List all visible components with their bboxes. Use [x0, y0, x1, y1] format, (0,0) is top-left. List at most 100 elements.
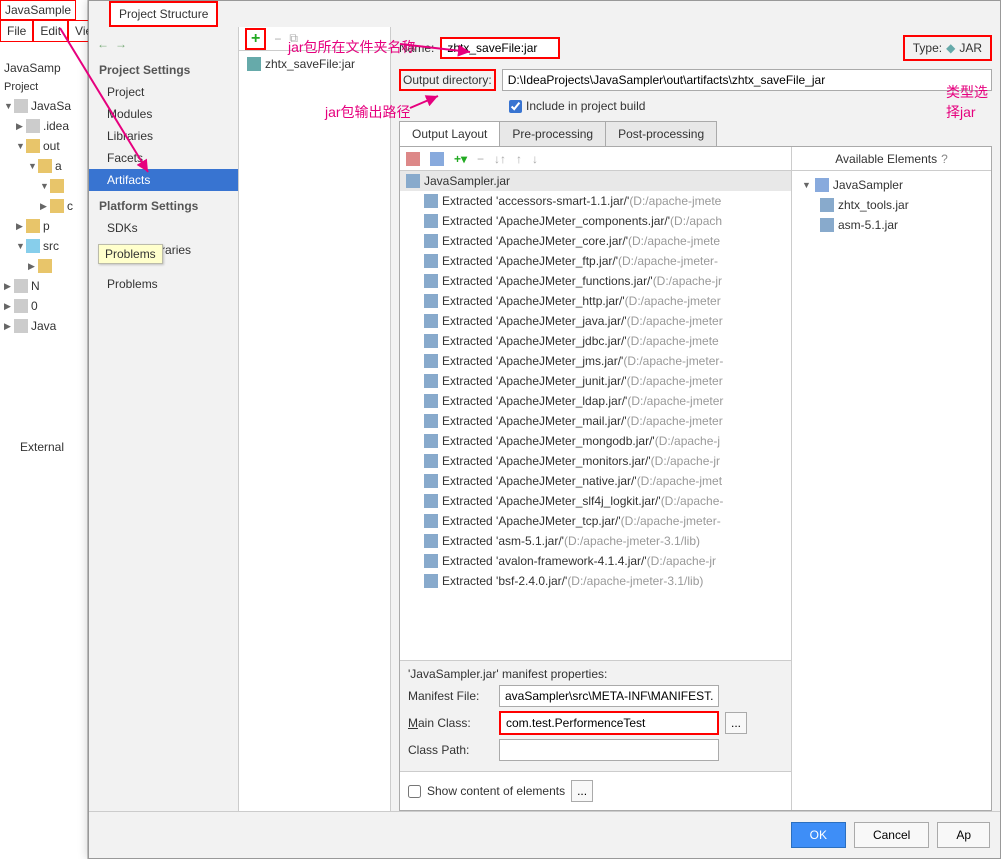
avail-item[interactable]: zhtx_tools.jar	[796, 195, 987, 215]
outdir-input[interactable]	[502, 69, 992, 91]
add-artifact-button[interactable]: +	[245, 28, 266, 50]
extracted-icon	[424, 214, 438, 228]
tree-node[interactable]: ▶N	[0, 276, 88, 296]
tree-node[interactable]: ▼out	[0, 136, 88, 156]
tab-output-layout[interactable]: Output Layout	[399, 121, 500, 146]
extracted-item[interactable]: Extracted 'bsf-2.4.0.jar/' (D:/apache-jm…	[400, 571, 791, 591]
extracted-item[interactable]: Extracted 'ApacheJMeter_slf4j_logkit.jar…	[400, 491, 791, 511]
tree-node[interactable]: ▶c	[0, 196, 88, 216]
manifest-panel: 'JavaSampler.jar' manifest properties: M…	[400, 660, 791, 771]
tree-node[interactable]: ▼JavaSa	[0, 96, 88, 116]
extracted-icon	[424, 574, 438, 588]
extracted-icon	[424, 234, 438, 248]
extracted-icon	[424, 254, 438, 268]
nav-libraries[interactable]: Libraries	[89, 125, 238, 147]
manifest-file-input[interactable]	[499, 685, 719, 707]
output-tree[interactable]: JavaSampler.jar Extracted 'accessors-sma…	[400, 171, 791, 660]
extracted-item[interactable]: Extracted 'ApacheJMeter_ftp.jar/' (D:/ap…	[400, 251, 791, 271]
name-input[interactable]	[440, 37, 560, 59]
nav-project-settings: Project Settings	[89, 55, 238, 81]
tree-root[interactable]: JavaSampler.jar	[400, 171, 791, 191]
annotation: jar包输出路径	[325, 102, 411, 122]
ok-button[interactable]: OK	[791, 822, 846, 848]
tab-post-processing[interactable]: Post-processing	[605, 121, 717, 146]
up-icon[interactable]: ↑	[516, 152, 522, 166]
menu-file[interactable]: File	[0, 20, 33, 42]
nav-sdks[interactable]: SDKs	[89, 217, 238, 239]
tree-node[interactable]: ▼a	[0, 156, 88, 176]
extracted-item[interactable]: Extracted 'ApacheJMeter_http.jar/' (D:/a…	[400, 291, 791, 311]
extracted-item[interactable]: Extracted 'ApacheJMeter_components.jar/'…	[400, 211, 791, 231]
type-value: JAR	[959, 41, 982, 55]
new-folder-icon[interactable]	[406, 152, 420, 166]
tree-node[interactable]: ▼src	[0, 236, 88, 256]
extracted-item[interactable]: Extracted 'ApacheJMeter_mongodb.jar/' (D…	[400, 431, 791, 451]
show-content-more[interactable]: ...	[571, 780, 593, 802]
include-build-checkbox[interactable]	[509, 100, 522, 113]
extracted-item[interactable]: Extracted 'ApacheJMeter_jdbc.jar/' (D:/a…	[400, 331, 791, 351]
down-icon[interactable]: ↓	[532, 152, 538, 166]
type-label: Type:	[913, 41, 942, 55]
avail-item[interactable]: asm-5.1.jar	[796, 215, 987, 235]
extracted-icon	[424, 334, 438, 348]
dialog-title: Project Structure	[109, 1, 218, 27]
extracted-icon	[424, 294, 438, 308]
class-path-input[interactable]	[499, 739, 719, 761]
settings-nav: ← → Project Settings Project Modules Libr…	[89, 27, 239, 811]
add-copy-icon[interactable]: +▾	[454, 152, 467, 166]
extracted-item[interactable]: Extracted 'avalon-framework-4.1.4.jar/' …	[400, 551, 791, 571]
extracted-item[interactable]: Extracted 'ApacheJMeter_monitors.jar/' (…	[400, 451, 791, 471]
annotation: jar包所在文件夹名称	[288, 37, 416, 57]
remove-artifact-button[interactable]: −	[274, 32, 281, 46]
artifact-detail: Name: Type: ◆ JAR Output directory: Incl…	[391, 27, 1000, 811]
help-icon[interactable]: ?	[941, 152, 948, 166]
remove-icon[interactable]: −	[477, 152, 484, 166]
show-content-checkbox[interactable]	[408, 785, 421, 798]
avail-root[interactable]: ▼ JavaSampler	[796, 175, 987, 195]
tree-node[interactable]: ▶.idea	[0, 116, 88, 136]
extracted-item[interactable]: Extracted 'ApacheJMeter_core.jar/' (D:/a…	[400, 231, 791, 251]
main-class-input[interactable]	[499, 711, 719, 735]
tree-node[interactable]: ▶	[0, 256, 88, 276]
nav-modules[interactable]: Modules	[89, 103, 238, 125]
external-libraries[interactable]: External	[0, 440, 64, 454]
nav-facets[interactable]: Facets	[89, 147, 238, 169]
sort-icon[interactable]: ↓↑	[494, 152, 506, 166]
forward-icon[interactable]: →	[115, 37, 127, 51]
tree-node[interactable]: ▶p	[0, 216, 88, 236]
nav-artifacts[interactable]: Artifacts	[89, 169, 238, 191]
project-tree[interactable]: ▼JavaSa▶.idea▼out▼a▼▶c▶p▼src▶▶N▶0▶Java	[0, 96, 88, 336]
nav-project[interactable]: Project	[89, 81, 238, 103]
extracted-item[interactable]: Extracted 'ApacheJMeter_mail.jar/' (D:/a…	[400, 411, 791, 431]
extracted-icon	[424, 454, 438, 468]
extracted-item[interactable]: Extracted 'ApacheJMeter_tcp.jar/' (D:/ap…	[400, 511, 791, 531]
new-file-icon[interactable]	[430, 152, 444, 166]
project-tab[interactable]: Project	[0, 78, 42, 96]
tab-pre-processing[interactable]: Pre-processing	[499, 121, 606, 146]
extracted-item[interactable]: Extracted 'ApacheJMeter_functions.jar/' …	[400, 271, 791, 291]
jar-type-icon: ◆	[946, 41, 955, 55]
extracted-item[interactable]: Extracted 'asm-5.1.jar/' (D:/apache-jmet…	[400, 531, 791, 551]
tree-node[interactable]: ▶Java	[0, 316, 88, 336]
browse-main-class-button[interactable]: ...	[725, 712, 747, 734]
cancel-button[interactable]: Cancel	[854, 822, 929, 848]
avail-item-label: zhtx_tools.jar	[838, 198, 909, 212]
extracted-item[interactable]: Extracted 'ApacheJMeter_ldap.jar/' (D:/a…	[400, 391, 791, 411]
extracted-icon	[424, 474, 438, 488]
nav-problems[interactable]: Problems	[89, 273, 238, 295]
tree-node[interactable]: ▶0	[0, 296, 88, 316]
extracted-item[interactable]: Extracted 'ApacheJMeter_native.jar/' (D:…	[400, 471, 791, 491]
extracted-item[interactable]: Extracted 'ApacheJMeter_java.jar/' (D:/a…	[400, 311, 791, 331]
apply-button[interactable]: Ap	[937, 822, 990, 848]
extracted-icon	[424, 394, 438, 408]
avail-item-label: asm-5.1.jar	[838, 218, 898, 232]
artifacts-list: + − ⧉ zhtx_saveFile:jar	[239, 27, 391, 811]
extracted-item[interactable]: Extracted 'ApacheJMeter_junit.jar/' (D:/…	[400, 371, 791, 391]
available-tree[interactable]: ▼ JavaSampler zhtx_tools.jar asm-5.1.jar	[792, 171, 991, 239]
back-icon[interactable]: ←	[97, 37, 109, 51]
extracted-item[interactable]: Extracted 'accessors-smart-1.1.jar/' (D:…	[400, 191, 791, 211]
tree-node[interactable]: ▼	[0, 176, 88, 196]
menu-edit[interactable]: Edit	[33, 20, 68, 42]
jar-icon	[247, 57, 261, 71]
extracted-item[interactable]: Extracted 'ApacheJMeter_jms.jar/' (D:/ap…	[400, 351, 791, 371]
